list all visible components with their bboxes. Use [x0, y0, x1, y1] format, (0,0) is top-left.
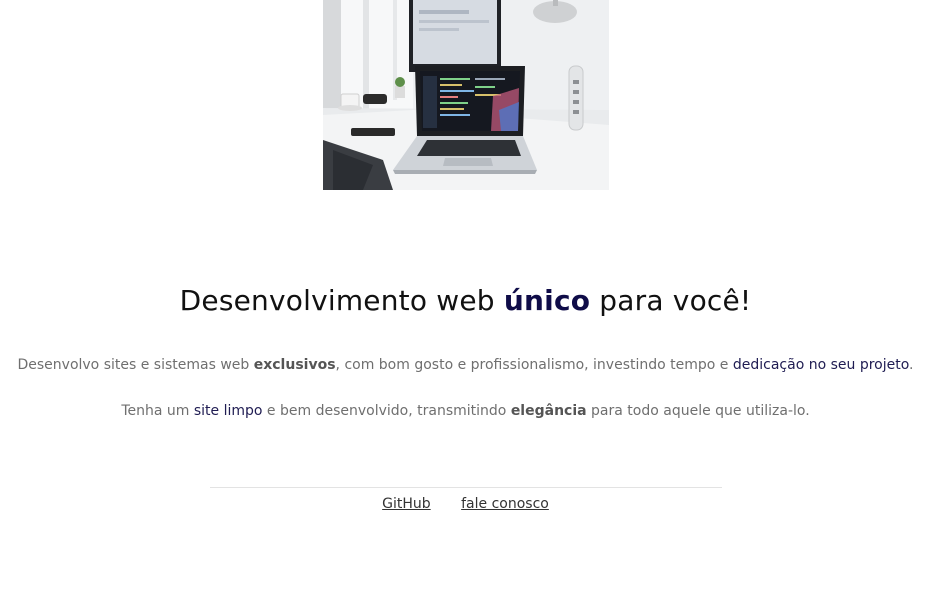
footer-divider: [210, 487, 722, 488]
p1-text-c: , com bom gosto e profissionalismo, inve…: [335, 357, 733, 373]
footer-links: GitHub fale conosco: [0, 496, 931, 512]
p2-text-a: Tenha um: [121, 403, 194, 419]
headline-highlight: único: [503, 284, 591, 317]
p2-text-e: para todo aquele que utiliza-lo.: [586, 403, 810, 419]
p2-text-c: e bem desenvolvido, transmitindo: [262, 403, 511, 419]
hero-image: [323, 0, 609, 190]
headline-text-post: para você!: [590, 284, 752, 317]
contact-link[interactable]: fale conosco: [461, 496, 549, 512]
p1-text-e: .: [909, 357, 914, 373]
page-headline: Desenvolvimento web único para você!: [0, 284, 931, 317]
p2-accent-site-limpo: site limpo: [193, 403, 263, 419]
headline-text-pre: Desenvolvimento web: [179, 284, 504, 317]
github-link[interactable]: GitHub: [382, 496, 431, 512]
intro-paragraph-1: Desenvolvo sites e sistemas web exclusiv…: [0, 357, 931, 373]
p1-accent-dedicacao: dedicação no seu projeto: [732, 357, 910, 373]
intro-paragraph-2: Tenha um site limpo e bem desenvolvido, …: [0, 403, 931, 419]
p2-emphasis-elegancia: elegância: [510, 403, 587, 419]
p1-emphasis-exclusivos: exclusivos: [253, 357, 336, 373]
p1-text-a: Desenvolvo sites e sistemas web: [17, 357, 254, 373]
